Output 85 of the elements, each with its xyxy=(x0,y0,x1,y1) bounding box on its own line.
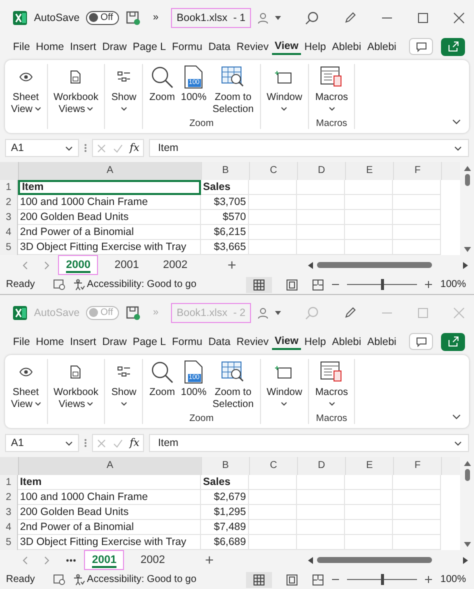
window-title[interactable]: Book1.xlsx - 1 xyxy=(170,8,252,28)
new-sheet-button[interactable]: + xyxy=(223,256,240,274)
table-cell: $7,489 xyxy=(201,520,249,536)
ribbon-button[interactable]: Zoom to Selection xyxy=(210,358,257,414)
ribbon-button[interactable]: Sheet View xyxy=(8,64,44,130)
menu-tab[interactable]: File xyxy=(10,38,33,55)
column-header[interactable]: E xyxy=(346,457,394,476)
column-header[interactable]: C xyxy=(250,162,298,180)
table-cell: Sales xyxy=(201,180,249,196)
menu-tab[interactable]: Ablebi xyxy=(364,38,400,55)
ribbon-button[interactable]: Show xyxy=(108,64,140,130)
cell-reference: A1 xyxy=(11,437,24,450)
row-header[interactable]: 4 xyxy=(0,225,18,240)
table-cell: 100 and 1000 Chain Frame xyxy=(18,195,201,210)
table-cell: $3,705 xyxy=(201,195,249,210)
menu-tab[interactable]: Data xyxy=(205,38,234,55)
table-cell: $3,665 xyxy=(201,240,249,256)
status-text: Ready xyxy=(6,574,35,586)
menu-tab[interactable]: Reviev xyxy=(234,38,272,55)
table-cell: $2,679 xyxy=(201,490,249,506)
formula-field[interactable]: Item xyxy=(149,139,469,158)
menu-tab[interactable]: Ablebi xyxy=(329,38,364,55)
row-header[interactable]: 1 xyxy=(0,180,18,196)
ribbon-button[interactable]: Workbook Views xyxy=(50,358,102,424)
table-cell: Sales xyxy=(201,475,249,490)
column-header[interactable]: C xyxy=(250,457,298,476)
table-cell: $1,295 xyxy=(201,505,249,520)
ribbon-button[interactable]: Zoom to Selection xyxy=(210,64,257,118)
ribbon-button[interactable]: Macros xyxy=(312,64,352,118)
table-cell: 200 Golden Bead Units xyxy=(18,210,201,226)
column-header[interactable]: F xyxy=(394,162,442,180)
insert-function-button[interactable]: fx xyxy=(130,142,140,154)
table-cell: 2nd Power of a Binomial xyxy=(18,520,201,536)
table-cell: 200 Golden Bead Units xyxy=(18,505,201,520)
group-label: Macros xyxy=(316,118,348,130)
menu-tab[interactable]: Page L xyxy=(130,38,169,55)
column-header[interactable]: E xyxy=(346,162,394,180)
column-header[interactable]: B xyxy=(202,457,250,476)
ribbon-button[interactable]: Show xyxy=(108,358,140,424)
menu-tab[interactable]: Draw xyxy=(99,38,130,55)
table-cell: 2nd Power of a Binomial xyxy=(18,225,201,240)
formula-text: Item xyxy=(158,142,178,154)
row-header[interactable]: 5 xyxy=(0,240,18,256)
autosave-label: AutoSave xyxy=(34,306,80,319)
menu-tab[interactable]: Help xyxy=(301,38,329,55)
table-cell: Item xyxy=(18,475,201,490)
column-header[interactable]: D xyxy=(298,457,346,476)
column-header[interactable]: A xyxy=(19,457,202,476)
table-cell: $6,689 xyxy=(201,535,249,550)
menu-tab[interactable]: Home xyxy=(32,38,67,55)
table-cell: 100 and 1000 Chain Frame xyxy=(18,490,201,506)
sheet-tab[interactable]: 2000 xyxy=(58,255,98,276)
menu-tab[interactable]: Insert xyxy=(66,38,100,55)
row-header[interactable]: 3 xyxy=(0,210,18,226)
formula-text: Item xyxy=(158,437,178,450)
ribbon-button[interactable]: Window xyxy=(264,64,306,130)
zoom-level[interactable]: 100% xyxy=(440,279,466,290)
autosave-toggle[interactable]: Off xyxy=(86,10,120,25)
group-label: Macros xyxy=(316,413,348,424)
sheet-tab[interactable]: 2001 xyxy=(106,255,147,276)
menu-tab[interactable]: View xyxy=(272,38,302,56)
ribbon-button[interactable]: Zoom xyxy=(146,358,178,414)
group-label: Zoom xyxy=(189,118,214,130)
menu-tab[interactable]: Formu xyxy=(169,38,206,55)
ribbon-button[interactable]: Window xyxy=(264,358,306,424)
autosave-label: AutoSave xyxy=(34,12,80,24)
column-header[interactable]: A xyxy=(19,162,202,180)
ribbon-button[interactable]: Sheet View xyxy=(8,358,44,424)
ribbon-button[interactable]: Zoom xyxy=(146,64,178,118)
overflow-button[interactable]: » xyxy=(153,12,159,24)
name-box[interactable]: A1 xyxy=(5,139,79,158)
ribbon-button[interactable]: Macros xyxy=(312,358,352,414)
cell-reference: A1 xyxy=(11,142,24,154)
status-text: Ready xyxy=(6,279,35,290)
row-header[interactable]: 2 xyxy=(0,195,18,210)
accessibility-status[interactable]: Accessibility: Good to go xyxy=(86,279,196,290)
table-cell: Item xyxy=(18,180,201,196)
sheet-tab[interactable]: 2002 xyxy=(154,255,196,276)
column-header[interactable]: D xyxy=(298,162,346,180)
table-cell: $570 xyxy=(201,210,249,226)
group-label: Zoom xyxy=(189,413,214,424)
table-cell: $6,215 xyxy=(201,225,249,240)
column-header[interactable]: F xyxy=(394,457,442,476)
ribbon-button[interactable]: Workbook Views xyxy=(50,64,102,130)
column-header[interactable]: B xyxy=(202,162,250,180)
